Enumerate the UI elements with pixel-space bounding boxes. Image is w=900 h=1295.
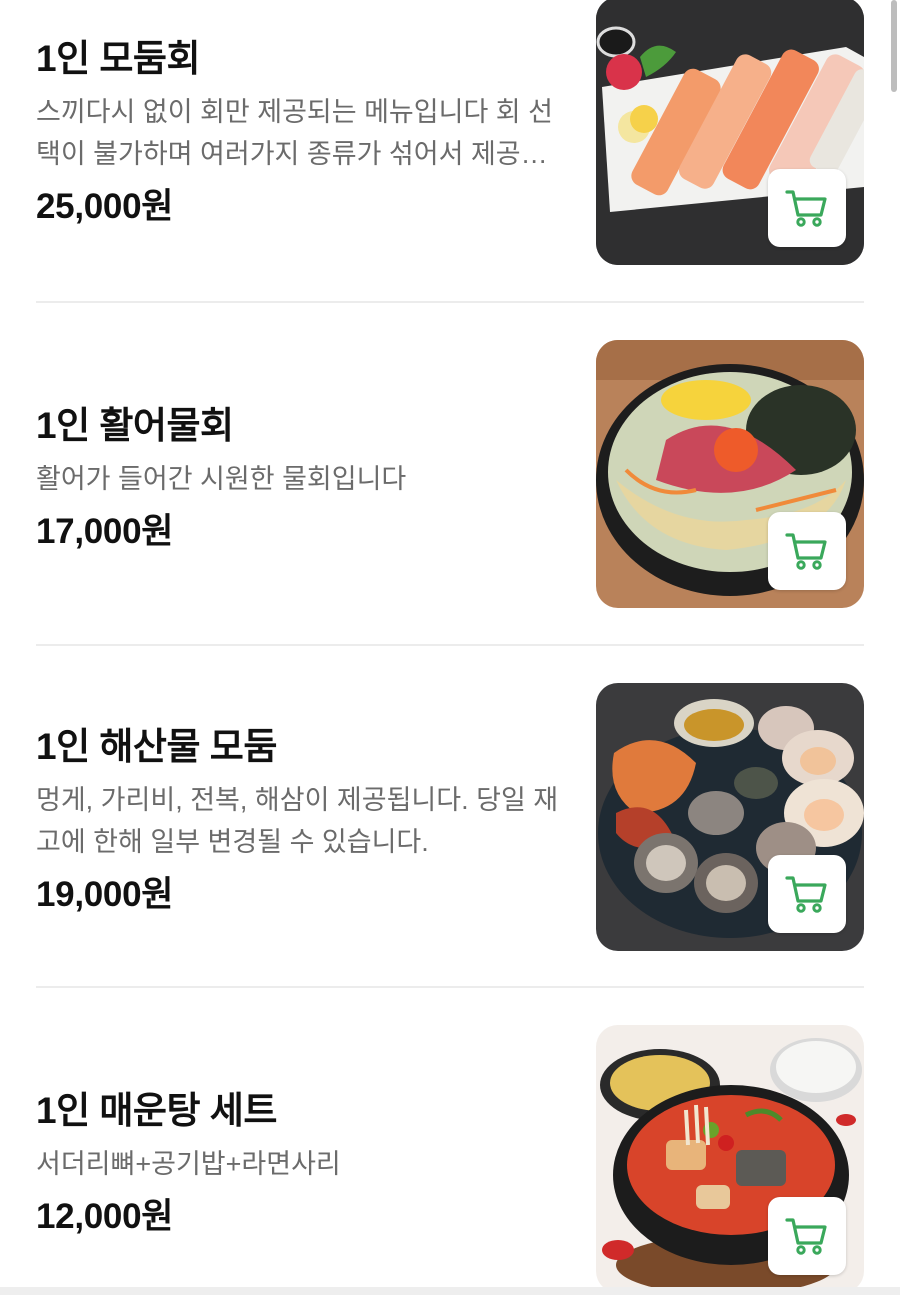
menu-item-description: 서더리뼈+공기밥+라면사리 xyxy=(36,1149,341,1179)
menu-item-price: 12,000원 xyxy=(36,1197,174,1236)
menu-item-text: 1인 모둠회 스끼다시 없이 회만 제공되는 메뉴입니다 회 선택이 불가하며 … xyxy=(36,37,566,229)
menu-item-hwaleomulhoe[interactable]: 1인 활어물회 활어가 들어간 시원한 물회입니다 17,000원 xyxy=(36,340,864,608)
divider xyxy=(36,301,864,303)
maeuntang-set-image[interactable] xyxy=(596,1025,864,1293)
mulhoe-bowl-image[interactable] xyxy=(596,340,864,608)
menu-item-description: 스끼다시 없이 회만 제공되는 메뉴입니다 회 선택이 불가하며 여러가지 종류… xyxy=(36,97,553,169)
seafood-platter-image[interactable] xyxy=(596,683,864,951)
divider xyxy=(36,986,864,988)
menu-item-text: 1인 매운탕 세트 서더리뼈+공기밥+라면사리 12,000원 xyxy=(36,1089,566,1239)
menu-item-title: 1인 활어물회 xyxy=(36,405,234,446)
add-to-cart-button[interactable] xyxy=(768,512,846,590)
menu-item-title: 1인 모둠회 xyxy=(36,38,201,79)
menu-item-text: 1인 활어물회 활어가 들어간 시원한 물회입니다 17,000원 xyxy=(36,404,566,554)
cart-icon xyxy=(785,876,827,913)
menu-item-maeuntang-set[interactable]: 1인 매운탕 세트 서더리뼈+공기밥+라면사리 12,000원 xyxy=(36,1025,864,1293)
bottom-edge xyxy=(0,1287,900,1295)
menu-item-text: 1인 해산물 모둠 멍게, 가리비, 전복, 해삼이 제공됩니다. 당일 재고에… xyxy=(36,725,566,917)
menu-item-price: 19,000원 xyxy=(36,875,174,914)
menu-item-description: 활어가 들어간 시원한 물회입니다 xyxy=(36,464,407,494)
menu-item-title: 1인 해산물 모둠 xyxy=(36,726,277,767)
menu-item-title: 1인 매운탕 세트 xyxy=(36,1090,277,1131)
menu-item-haesanmul-modum[interactable]: 1인 해산물 모둠 멍게, 가리비, 전복, 해삼이 제공됩니다. 당일 재고에… xyxy=(36,683,864,951)
menu-item-moduimhoe[interactable]: 1인 모둠회 스끼다시 없이 회만 제공되는 메뉴입니다 회 선택이 불가하며 … xyxy=(36,0,864,265)
menu-item-price: 17,000원 xyxy=(36,512,174,551)
cart-icon xyxy=(785,1218,827,1255)
add-to-cart-button[interactable] xyxy=(768,855,846,933)
add-to-cart-button[interactable] xyxy=(768,1197,846,1275)
cart-icon xyxy=(785,190,827,227)
sashimi-platter-image[interactable] xyxy=(596,0,864,265)
menu-item-description: 멍게, 가리비, 전복, 해삼이 제공됩니다. 당일 재고에 한해 일부 변경될… xyxy=(36,785,559,857)
add-to-cart-button[interactable] xyxy=(768,169,846,247)
cart-icon xyxy=(785,533,827,570)
menu-item-price: 25,000원 xyxy=(36,187,174,226)
divider xyxy=(36,644,864,646)
scrollbar[interactable] xyxy=(891,0,897,92)
